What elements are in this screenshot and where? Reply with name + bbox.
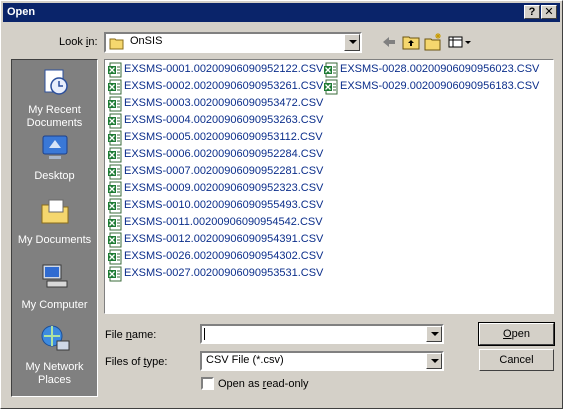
close-button[interactable]: ✕ [541,5,557,19]
readonly-label[interactable]: Open as read-only [218,378,309,390]
folder-icon [109,38,124,50]
filetype-value: CSV File (*.csv) [206,354,284,366]
excel-csv-icon [108,96,122,112]
excel-csv-icon [108,181,122,197]
excel-csv-icon [108,147,122,163]
excel-csv-icon [324,79,338,95]
place-label: Desktop [34,170,75,182]
window-title: Open [7,6,36,18]
excel-csv-icon [108,198,122,214]
file-name: EXSMS-0029.00200906090956183.CSV [340,80,540,92]
help-button[interactable]: ? [524,5,540,19]
file-name: EXSMS-0006.00200906090952284.CSV [124,148,324,160]
place-network-places[interactable]: My Network Places [12,323,97,387]
filename-combobox[interactable] [200,324,444,344]
filetype-dropdown-button[interactable] [426,353,442,369]
excel-csv-icon [108,164,122,180]
lookin-dropdown-button[interactable] [344,34,360,51]
file-name: EXSMS-0011.00200906090954542.CSV [124,216,323,228]
excel-csv-icon [108,232,122,248]
file-name: EXSMS-0026.00200906090954302.CSV [124,250,324,262]
my-computer-icon [42,264,67,288]
file-name: EXSMS-0004.00200906090953263.CSV [124,114,324,126]
up-folder-icon[interactable] [401,32,421,52]
file-name: EXSMS-0002.00200906090953261.CSV [124,80,324,92]
file-name: EXSMS-0005.00200906090953112.CSV [124,131,323,143]
filetype-combobox[interactable]: CSV File (*.csv) [200,351,444,371]
file-name: EXSMS-0007.00200906090952281.CSV [124,165,324,177]
place-desktop[interactable]: Desktop [12,132,97,183]
place-recent-documents[interactable]: My Recent Documents [12,66,97,130]
place-label: My Network Places [25,361,84,386]
lookin-value: OnSIS [130,35,163,47]
desktop-icon [42,135,67,159]
readonly-checkbox[interactable] [201,377,214,390]
excel-csv-icon [108,79,122,95]
recent-documents-icon [44,69,68,95]
open-dialog: Open ? ✕ Look in: OnSIS My Recent Docume… [0,0,563,409]
excel-csv-icon [108,113,122,129]
title-bar[interactable]: Open ? ✕ [3,3,560,22]
filename-dropdown-button[interactable] [426,326,442,342]
file-name: EXSMS-0003.00200906090953472.CSV [124,97,324,109]
filename-label: File name: [105,329,157,341]
new-folder-icon[interactable] [423,32,443,52]
cancel-button[interactable]: Cancel [479,349,554,371]
file-list[interactable]: EXSMS-0001.00200906090952122.CSV EXSMS-00… [104,59,554,314]
place-my-computer[interactable]: My Computer [12,261,97,312]
views-menu-icon[interactable] [447,32,473,52]
places-bar: My Recent Documents Desktop My Documents [11,59,98,397]
file-name: EXSMS-0010.00200906090955493.CSV [124,199,324,211]
lookin-label: Look in: [59,36,98,48]
open-button[interactable]: Open [478,322,555,346]
file-name: EXSMS-0001.00200906090952122.CSV [124,63,324,75]
file-name: EXSMS-0028.00200906090956023.CSV [340,63,540,75]
network-places-icon [41,325,69,351]
text-cursor [204,328,205,340]
file-name: EXSMS-0012.00200906090954391.CSV [124,233,324,245]
excel-csv-icon [108,249,122,265]
lookin-combobox[interactable]: OnSIS [104,32,362,53]
my-documents-icon [41,199,68,224]
place-label: My Recent Documents [26,104,83,129]
place-label: My Computer [21,299,88,311]
excel-csv-icon [108,215,122,231]
place-my-documents[interactable]: My Documents [12,196,97,247]
excel-csv-icon [108,130,122,146]
filetype-label: Files of type: [105,356,168,368]
file-name: EXSMS-0009.00200906090952323.CSV [124,182,324,194]
file-name: EXSMS-0027.00200906090953531.CSV [124,267,324,279]
excel-csv-icon [324,62,338,78]
excel-csv-icon [108,62,122,78]
place-label: My Documents [17,234,92,246]
back-icon[interactable] [379,32,399,52]
excel-csv-icon [108,266,122,282]
